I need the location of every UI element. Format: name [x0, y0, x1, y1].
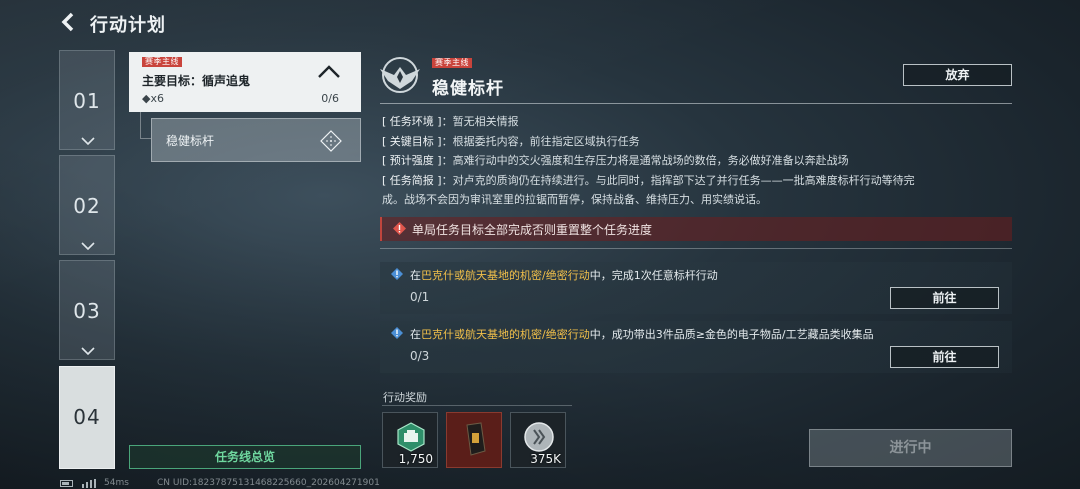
task-progress: 0/3 — [410, 349, 430, 363]
info-label: [ 任务环境 ] — [382, 115, 442, 128]
main-mission-card[interactable]: 赛季主线 主要目标：循声追鬼 ◆x6 0/6 — [129, 52, 361, 112]
task-text: 在 — [410, 328, 421, 341]
stage-number: 03 — [73, 299, 101, 323]
chevron-down-icon — [81, 242, 95, 250]
target-diamond-icon — [320, 130, 342, 152]
stage-number: 02 — [73, 194, 101, 218]
eagle-emblem-icon — [380, 57, 420, 93]
uid-readout: CN UID:18237875131468225660_202604271901 — [157, 478, 380, 488]
warning-icon — [393, 222, 406, 235]
info-text: ：高难行动中的交火强度和生存压力将是通常战场的数倍，务必做好准备以奔赴战场 — [441, 154, 849, 167]
info-icon — [391, 327, 403, 339]
reward-item[interactable] — [446, 412, 502, 468]
task-text: 在 — [410, 269, 421, 282]
ping-readout: 54ms — [104, 478, 129, 488]
divider — [380, 103, 1012, 104]
chevron-down-icon — [81, 347, 95, 355]
abandon-button[interactable]: 放弃 — [903, 64, 1012, 86]
info-text: ：暂无相关情报 — [441, 115, 519, 128]
task-description: 在巴克什或航天基地的机密/绝密行动中，完成1次任意标杆行动 — [410, 267, 718, 283]
reward-item[interactable]: 1,750 — [382, 412, 438, 468]
info-icon — [391, 268, 403, 280]
go-button[interactable]: 前往 — [890, 346, 999, 368]
info-text: ：根据委托内容，前往指定区域执行任务 — [441, 134, 640, 148]
task-item-1: 在巴克什或航天基地的机密/绝密行动中，完成1次任意标杆行动 0/1 前往 — [380, 262, 1012, 314]
chevron-down-icon — [81, 137, 95, 145]
info-text: ：对卢克的质询仍在持续进行。与此同时，指挥部下达了并行任务——一批高难度标杆行动… — [441, 173, 915, 187]
info-label: [ 关键目标 ] — [382, 134, 442, 148]
in-progress-button: 进行中 — [809, 429, 1012, 467]
divider — [382, 405, 572, 406]
mission-progress: 0/6 — [321, 92, 339, 105]
reward-item[interactable]: 375K — [510, 412, 566, 468]
rewards-label: 行动奖励 — [383, 391, 427, 404]
warning-text: 单局任务目标全部完成否则重置整个任务进度 — [412, 223, 653, 237]
season-tag: 赛季主线 — [142, 57, 182, 67]
mission-info: [ 任务环境 ]：暂无相关情报 [ 关键目标 ]：根据委托内容，前往指定区域执行… — [382, 112, 1012, 210]
info-row: [ 任务环境 ]：暂无相关情报 — [382, 112, 1012, 132]
stage-tab-01[interactable]: 01 — [59, 50, 115, 150]
back-arrow-icon[interactable] — [60, 12, 78, 32]
info-row: [ 预计强度 ]：高难行动中的交火强度和生存压力将是通常战场的数倍，务必做好准备… — [382, 151, 1012, 171]
mission-count: ◆x6 — [142, 92, 164, 105]
task-item-2: 在巴克什或航天基地的机密/绝密行动中，成功带出3件品质≥金色的电子物品/工艺藏品… — [380, 321, 1012, 373]
reward-quantity: 1,750 — [398, 452, 433, 466]
task-text: 中，成功带出3件品质≥金色的电子物品/工艺藏品类收集品 — [589, 328, 874, 341]
gear-crate-icon — [466, 422, 486, 456]
task-text: 中，完成1次任意标杆行动 — [589, 269, 718, 282]
battery-signal-icon — [60, 479, 96, 488]
tree-connector — [140, 112, 151, 139]
silver-coin-icon — [524, 422, 554, 452]
stage-number: 01 — [73, 89, 101, 113]
task-highlight: 巴克什或航天基地的机密/绝密行动 — [421, 328, 590, 341]
token-badge-icon — [397, 422, 425, 452]
stage-tab-03[interactable]: 03 — [59, 260, 115, 360]
season-tag: 赛季主线 — [432, 58, 472, 68]
stage-tab-02[interactable]: 02 — [59, 155, 115, 255]
subtask-card[interactable]: 稳健标杆 — [151, 118, 361, 162]
reward-quantity: 375K — [530, 452, 561, 466]
chevron-up-icon[interactable] — [317, 65, 341, 79]
mission-title: 主要目标：循声追鬼 — [142, 74, 251, 88]
info-row: [ 任务简报 ]：对卢克的质询仍在持续进行。与此同时，指挥部下达了并行任务——一… — [382, 171, 1012, 191]
stage-number: 04 — [73, 405, 101, 429]
task-description: 在巴克什或航天基地的机密/绝密行动中，成功带出3件品质≥金色的电子物品/工艺藏品… — [410, 326, 874, 342]
questline-overview-button[interactable]: 任务线总览 — [129, 445, 361, 469]
info-label: [ 预计强度 ] — [382, 154, 442, 167]
go-button[interactable]: 前往 — [890, 287, 999, 309]
detail-title: 稳健标杆 — [432, 79, 504, 99]
task-highlight: 巴克什或航天基地的机密/绝密行动 — [421, 269, 590, 282]
info-row: [ 关键目标 ]：根据委托内容，前往指定区域执行任务 — [382, 132, 1012, 152]
stage-tab-04[interactable]: 04 — [59, 366, 115, 469]
info-row-cont: 成。战场不会因为审讯室里的拉锯而暂停，保持战备、维持压力、用实绩说话。 — [382, 193, 767, 206]
warning-banner: 单局任务目标全部完成否则重置整个任务进度 — [380, 217, 1012, 241]
info-label: [ 任务简报 ] — [382, 173, 442, 187]
page-title: 行动计划 — [90, 15, 166, 36]
subtask-title: 稳健标杆 — [166, 134, 215, 148]
task-progress: 0/1 — [410, 290, 430, 304]
divider — [380, 248, 1012, 249]
